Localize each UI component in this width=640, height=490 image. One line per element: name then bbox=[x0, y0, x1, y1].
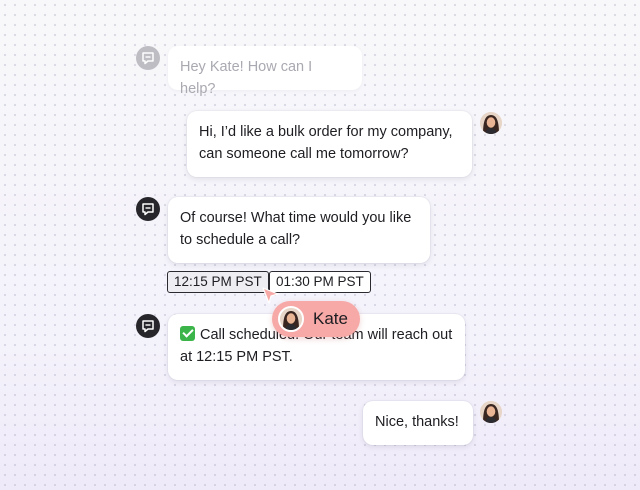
collaborator-cursor-label: Kate bbox=[272, 301, 360, 337]
bot-message: Hey Kate! How can I help? bbox=[168, 46, 362, 97]
kate-portrait-icon bbox=[280, 308, 302, 330]
message-text-line: to schedule a call? bbox=[180, 232, 301, 248]
check-mark-icon bbox=[180, 326, 195, 341]
chat-icon bbox=[142, 203, 154, 216]
bot-message: Of course! What time would you like to s… bbox=[168, 197, 430, 263]
kate-portrait-icon bbox=[480, 112, 502, 134]
time-option-label: 01:30 PM PST bbox=[276, 274, 364, 289]
message-text: Nice, thanks! bbox=[375, 414, 459, 430]
message-text-line: can someone call me tomorrow? bbox=[199, 146, 409, 162]
chat-icon bbox=[142, 52, 154, 65]
cursor-arrow-icon bbox=[262, 287, 279, 304]
message-text: Hey Kate! How can I help? bbox=[180, 59, 313, 97]
user-message: Nice, thanks! bbox=[363, 401, 473, 445]
user-message: Hi, I’d like a bulk order for my company… bbox=[187, 111, 472, 177]
bot-avatar bbox=[136, 314, 160, 338]
cursor-avatar bbox=[278, 306, 304, 332]
user-avatar bbox=[480, 401, 502, 423]
user-avatar bbox=[480, 112, 502, 134]
bot-avatar bbox=[136, 46, 160, 70]
chat-icon bbox=[142, 320, 154, 333]
time-option-0130[interactable]: 01:30 PM PST bbox=[269, 271, 371, 293]
time-option-label: 12:15 PM PST bbox=[174, 274, 262, 289]
kate-portrait-icon bbox=[480, 401, 502, 423]
time-option-1215[interactable]: 12:15 PM PST bbox=[167, 271, 269, 293]
bot-avatar bbox=[136, 197, 160, 221]
message-text-line: Hi, I’d like a bulk order for my company… bbox=[199, 124, 453, 140]
message-text-line: Of course! What time would you like bbox=[180, 210, 412, 226]
message-text-line: at 12:15 PM PST. bbox=[180, 349, 293, 365]
cursor-name: Kate bbox=[313, 309, 348, 328]
